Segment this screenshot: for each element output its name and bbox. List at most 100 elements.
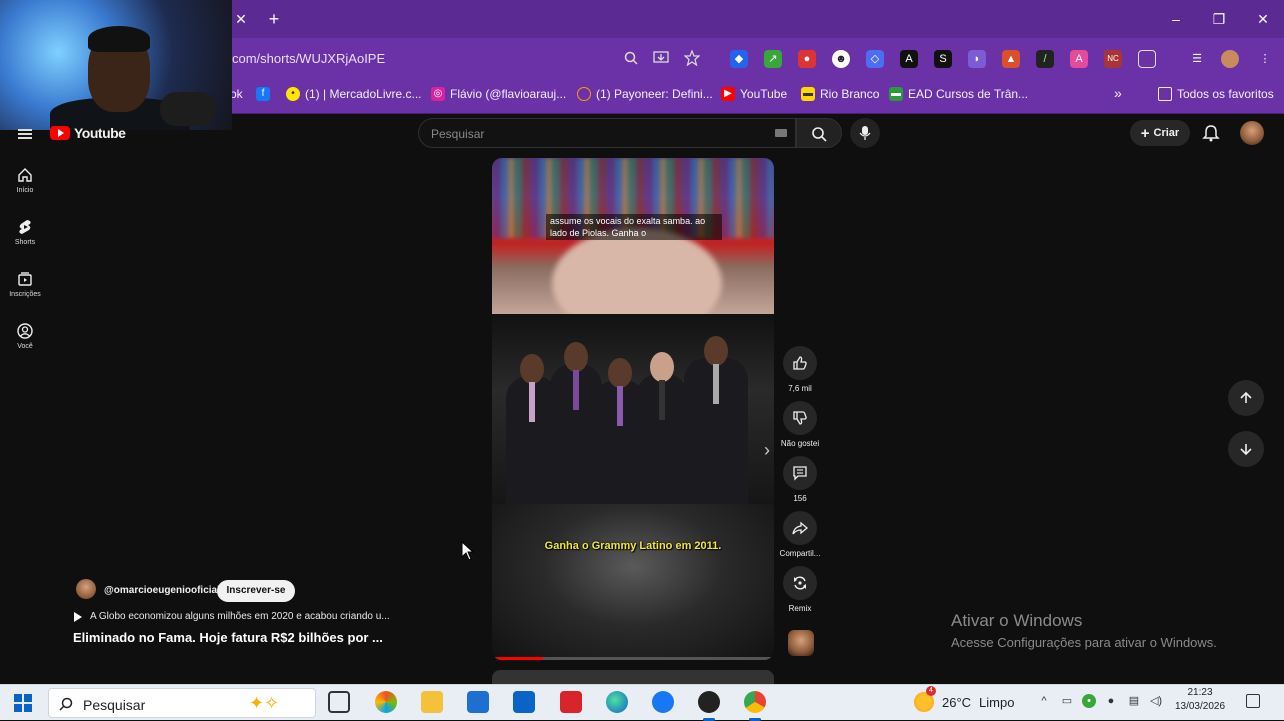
subscriptions-icon bbox=[18, 272, 32, 286]
payoneer-icon bbox=[577, 87, 591, 101]
sidebar-item-subscriptions[interactable]: Inscrições bbox=[0, 271, 50, 298]
like-button[interactable]: 7,6 mil bbox=[778, 346, 822, 393]
windows-start-icon[interactable] bbox=[14, 694, 32, 712]
arrow-down-icon bbox=[1240, 444, 1252, 456]
facebook-app-icon[interactable] bbox=[652, 691, 674, 713]
remix-button[interactable]: Remix bbox=[778, 566, 822, 613]
task-view-icon[interactable] bbox=[328, 691, 350, 713]
voice-search-button[interactable] bbox=[850, 118, 880, 148]
edge-icon[interactable] bbox=[606, 691, 628, 713]
face-extension-icon[interactable]: ☻ bbox=[832, 50, 850, 68]
all-bookmarks-button[interactable]: Todos os favoritos bbox=[1158, 87, 1274, 101]
channel-avatar-small[interactable] bbox=[788, 630, 814, 656]
usb-icon[interactable]: ▭ bbox=[1060, 694, 1074, 708]
video-frame-bottom: Ganha o Grammy Latino em 2011. bbox=[492, 504, 774, 660]
search-button[interactable] bbox=[796, 118, 842, 148]
close-tab-icon[interactable]: ✕ bbox=[231, 10, 251, 28]
shorts-icon bbox=[19, 220, 31, 234]
previous-short-button[interactable] bbox=[1228, 380, 1264, 416]
bookmark-item[interactable]: (1) Payoneer: Defini... bbox=[577, 87, 713, 101]
create-button[interactable]: + Criar bbox=[1130, 120, 1190, 146]
bookmark-item[interactable]: ◎ Flávio (@flavioarauj... bbox=[431, 87, 566, 101]
obs-icon[interactable] bbox=[698, 691, 720, 721]
bookmark-item[interactable]: ▶ YouTube bbox=[721, 87, 787, 101]
volume-icon[interactable]: ◁) bbox=[1149, 694, 1163, 708]
next-short-button[interactable] bbox=[1228, 431, 1264, 467]
dislike-icon bbox=[793, 411, 807, 425]
s-extension-icon[interactable]: S bbox=[934, 50, 952, 68]
video-progress-bar[interactable] bbox=[492, 657, 774, 660]
music-info[interactable]: A Globo economizou alguns milhões em 202… bbox=[74, 611, 390, 622]
bookmark-star-icon[interactable] bbox=[684, 50, 700, 66]
next-short-preview[interactable] bbox=[492, 670, 774, 684]
menu-kebab-icon[interactable]: ⋮ bbox=[1256, 50, 1274, 68]
chrome-icon[interactable] bbox=[744, 691, 766, 721]
outlook-icon[interactable] bbox=[513, 691, 535, 713]
store-icon[interactable] bbox=[467, 691, 489, 713]
red-extension-icon[interactable]: ● bbox=[798, 50, 816, 68]
bookmark-item[interactable]: • (1) | MercadoLivre.c... bbox=[286, 87, 421, 101]
mercadolivre-icon: • bbox=[286, 87, 300, 101]
notifications-bell-icon[interactable] bbox=[1201, 123, 1221, 143]
search-input[interactable]: Pesquisar bbox=[418, 118, 796, 148]
nc-extension-icon[interactable]: NC bbox=[1104, 50, 1122, 68]
puzzle-extensions-icon[interactable] bbox=[1138, 50, 1156, 68]
fox-extension-icon[interactable]: ▲ bbox=[1002, 50, 1020, 68]
url-field[interactable]: com/shorts/WUJXRjAoIPE bbox=[232, 51, 385, 66]
wps-office-icon[interactable] bbox=[560, 691, 582, 713]
sidebar-item-home[interactable]: Início bbox=[0, 167, 50, 194]
keyboard-icon[interactable] bbox=[775, 129, 787, 137]
new-tab-button[interactable]: + bbox=[264, 10, 284, 28]
network-icon[interactable]: ▤ bbox=[1127, 694, 1141, 708]
share-button[interactable]: Compartil... bbox=[778, 511, 822, 558]
sun-icon: 4 bbox=[914, 686, 936, 712]
profile-avatar-icon[interactable] bbox=[1221, 50, 1239, 68]
bookmark-item[interactable]: f bbox=[256, 87, 270, 101]
mouse-cursor-icon bbox=[461, 541, 475, 561]
restore-icon[interactable]: ❐ bbox=[1209, 10, 1229, 28]
file-explorer-icon[interactable] bbox=[421, 691, 443, 713]
system-clock[interactable]: 21:23 13/03/2026 bbox=[1172, 686, 1228, 714]
minimize-icon[interactable]: – bbox=[1166, 10, 1186, 28]
account-avatar[interactable] bbox=[1240, 121, 1264, 145]
youtube-logo[interactable]: Youtube bbox=[50, 125, 126, 141]
plus-icon: + bbox=[1140, 124, 1150, 142]
short-title[interactable]: Eliminado no Fama. Hoje fatura R$2 bilhõ… bbox=[73, 630, 383, 645]
dislike-button[interactable]: Não gostei bbox=[778, 401, 822, 448]
diamond-extension-icon[interactable]: ◇ bbox=[866, 50, 884, 68]
more-bookmarks-button[interactable]: » bbox=[1114, 85, 1122, 101]
chevron-up-icon[interactable]: ^ bbox=[1037, 694, 1051, 708]
sidebar-item-you[interactable]: Você bbox=[0, 323, 50, 350]
slash-extension-icon[interactable]: / bbox=[1036, 50, 1054, 68]
weather-widget[interactable]: 4 26°C Limpo bbox=[914, 686, 1014, 712]
install-app-icon[interactable] bbox=[653, 51, 669, 65]
chevron-right-icon[interactable]: › bbox=[764, 440, 776, 464]
microphone-tray-icon[interactable]: ● bbox=[1104, 694, 1118, 708]
pink-extension-icon[interactable]: A bbox=[1070, 50, 1088, 68]
short-video-player[interactable]: assume os vocais do exalta samba. ao lad… bbox=[492, 158, 774, 660]
taskbar-search-input[interactable]: Pesquisar ✦✧ bbox=[48, 688, 316, 718]
sidebar-item-shorts[interactable]: Shorts bbox=[0, 219, 50, 246]
window-close-icon[interactable]: ✕ bbox=[1253, 10, 1273, 28]
zoom-icon[interactable] bbox=[624, 51, 638, 65]
comment-icon bbox=[793, 466, 807, 481]
subscribe-button[interactable]: Inscrever-se bbox=[217, 580, 295, 602]
bookmark-item[interactable]: ▬ EAD Cursos de Trân... bbox=[889, 87, 1028, 101]
media-control-icon[interactable]: ☰ bbox=[1188, 50, 1206, 68]
notifications-icon[interactable] bbox=[1246, 694, 1260, 708]
ghost-extension-icon[interactable]: ◗ bbox=[968, 50, 986, 68]
channel-name[interactable]: @omarcioeugeniooficial bbox=[104, 585, 220, 596]
channel-avatar[interactable] bbox=[76, 579, 96, 599]
instagram-icon: ◎ bbox=[431, 87, 445, 101]
microphone-icon bbox=[859, 126, 871, 140]
comments-button[interactable]: 156 bbox=[778, 456, 822, 503]
a-extension-icon[interactable]: A bbox=[900, 50, 918, 68]
copilot-icon[interactable] bbox=[375, 691, 397, 713]
chart-extension-icon[interactable]: ↗ bbox=[764, 50, 782, 68]
app-tray-icon[interactable]: • bbox=[1082, 694, 1096, 708]
bookmark-item[interactable]: ▬ Rio Branco bbox=[801, 87, 879, 101]
arrow-up-icon bbox=[1240, 391, 1252, 403]
menu-icon[interactable] bbox=[18, 129, 32, 139]
video-caption-top: assume os vocais do exalta samba. ao lad… bbox=[546, 214, 722, 240]
shield-extension-icon[interactable]: ◆ bbox=[730, 50, 748, 68]
